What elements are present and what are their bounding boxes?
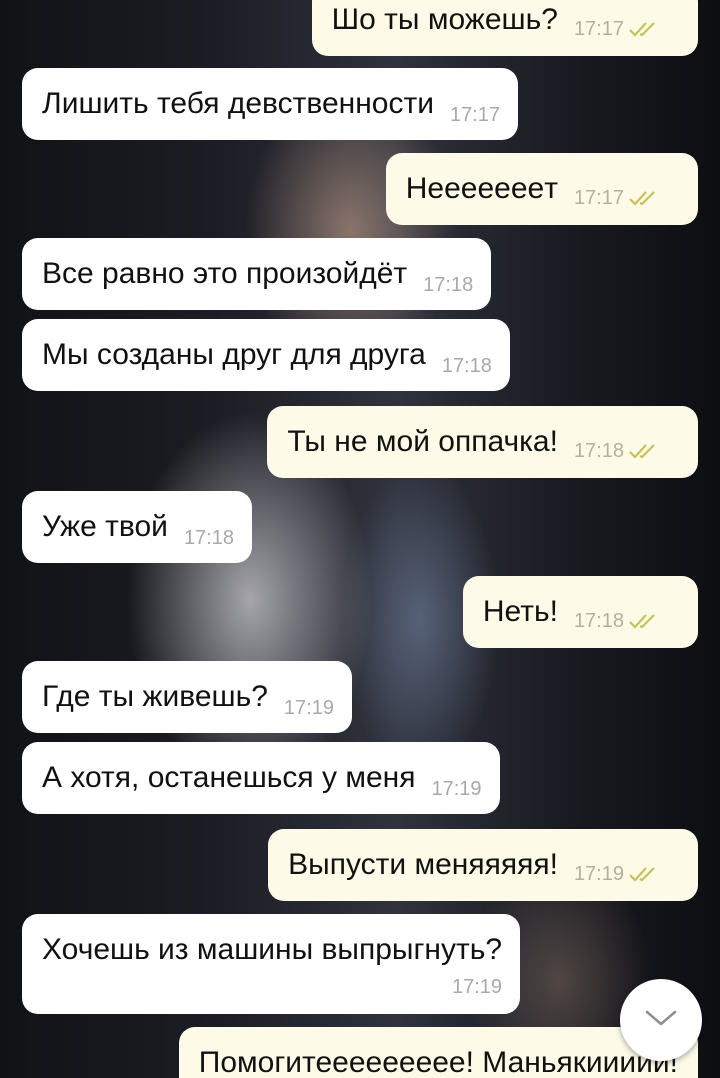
message-meta: 17:17 [574, 187, 660, 211]
message-incoming[interactable]: А хотя, останешься у меня 17:19 [22, 742, 500, 814]
message-time: 17:17 [573, 187, 624, 209]
chat-background: Шо ты можешь? 17:17 Лишить тебя девственн… [0, 0, 720, 1078]
message-time: 17:18 [441, 355, 492, 377]
message-outgoing[interactable]: Шо ты можешь? 17:17 [311, 0, 698, 56]
message-text: Неееееeeт [405, 172, 558, 205]
message-time: 17:18 [423, 274, 474, 296]
message-text: Хочешь из машины выпрыгнуть? [42, 933, 503, 966]
message-incoming[interactable]: Все равно это произойдёт 17:18 [22, 238, 492, 310]
double-check-icon [628, 865, 660, 887]
message-meta: 17:18 [574, 440, 660, 464]
message-incoming[interactable]: Мы созданы друг для друга 17:18 [22, 319, 510, 391]
message-outgoing[interactable]: Помогитеееееееее! Маньякиииии! [178, 1027, 698, 1078]
chevron-down-icon [644, 1008, 678, 1033]
message-incoming[interactable]: Уже твой 17:18 [22, 491, 252, 563]
message-meta: 17:19 [574, 863, 660, 887]
message-incoming[interactable]: Где ты живешь? 17:19 [22, 661, 352, 733]
message-time: 17:19 [283, 697, 334, 719]
message-text: Неть! [482, 595, 558, 628]
double-check-icon [628, 189, 660, 211]
message-time: 17:18 [573, 440, 624, 462]
message-incoming[interactable]: Хочешь из машины выпрыгнуть? 17:19 [22, 914, 521, 1014]
message-text: А хотя, останешься у меня [42, 761, 416, 794]
message-meta: 17:18 [442, 355, 492, 377]
message-time: 17:19 [573, 863, 624, 885]
message-text: Где ты живешь? [42, 680, 268, 713]
message-time: 17:19 [452, 976, 503, 998]
double-check-icon [628, 612, 660, 634]
message-text: Лишить тебя девственности [42, 87, 434, 120]
message-outgoing[interactable]: Выпусти меняяяяя! 17:19 [268, 829, 698, 901]
message-time: 17:18 [573, 610, 624, 632]
message-time: 17:17 [573, 18, 624, 40]
message-meta: 17:18 [423, 274, 473, 296]
message-text: Все равно это произойдёт [42, 257, 408, 290]
message-meta: 17:19 [284, 697, 334, 719]
message-outgoing[interactable]: Неть! 17:18 [462, 576, 698, 648]
scroll-to-bottom-button[interactable] [620, 979, 702, 1061]
message-meta: 17:18 [184, 527, 234, 549]
message-outgoing[interactable]: Ты не мой оппачка! 17:18 [267, 406, 698, 478]
message-incoming[interactable]: Лишить тебя девственности 17:17 [22, 68, 519, 140]
message-text: Ты не мой оппачка! [287, 425, 558, 458]
message-time: 17:19 [431, 778, 482, 800]
message-meta: 17:17 [574, 18, 660, 42]
message-meta: 17:19 [431, 778, 481, 800]
double-check-icon [628, 20, 660, 42]
message-text: Помогитеееееееее! Маньякиииии! [198, 1046, 678, 1078]
message-meta: 17:18 [574, 610, 660, 634]
message-text: Мы созданы друг для друга [42, 338, 426, 371]
message-text: Уже твой [42, 510, 168, 543]
message-meta: 17:17 [450, 104, 500, 126]
message-time: 17:18 [183, 527, 234, 549]
message-outgoing[interactable]: Неееееeeт 17:17 [385, 153, 698, 225]
message-text: Шо ты можешь? [331, 3, 558, 36]
message-text: Выпусти меняяяяя! [288, 848, 558, 881]
double-check-icon [628, 442, 660, 464]
message-time: 17:17 [449, 104, 501, 126]
